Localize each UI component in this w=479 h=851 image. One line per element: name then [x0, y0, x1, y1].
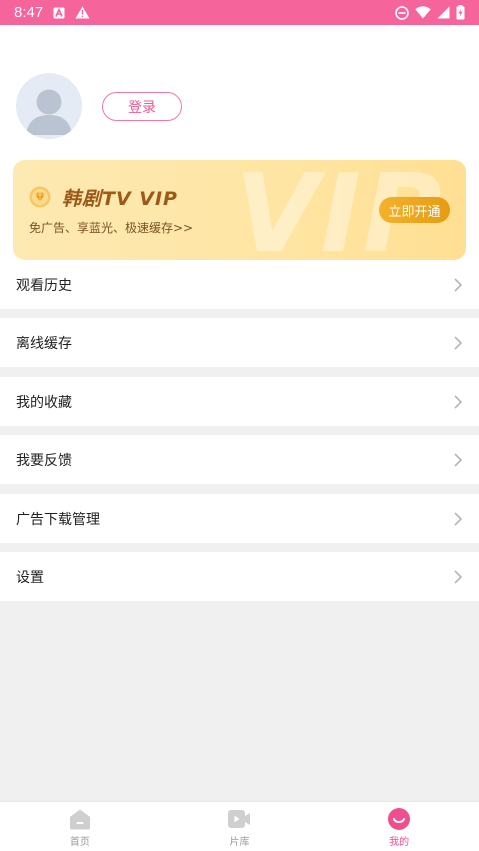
menu-item-label: 设置 — [16, 569, 44, 586]
tab-home[interactable]: 首页 — [0, 802, 160, 851]
chevron-right-icon — [453, 394, 463, 410]
status-right — [395, 5, 465, 20]
menu-item-favorites[interactable]: 我的收藏 — [0, 377, 479, 426]
vip-description[interactable]: 免广告、享蓝光、极速缓存>> — [29, 219, 193, 236]
menu-item-offline-cache[interactable]: 离线缓存 — [0, 318, 479, 367]
battery-charging-icon — [456, 5, 465, 20]
tab-library[interactable]: 片库 — [160, 802, 320, 851]
video-library-icon — [227, 807, 251, 831]
chevron-right-icon — [453, 511, 463, 527]
menu-item-label: 离线缓存 — [16, 335, 72, 352]
menu-item-feedback[interactable]: 我要反馈 — [0, 435, 479, 484]
vip-title: 韩剧TV VIP — [62, 188, 178, 210]
menu-item-label: 观看历史 — [16, 277, 72, 294]
menu-item-label: 广告下载管理 — [16, 511, 100, 528]
vip-open-button[interactable]: 立即开通 — [379, 197, 450, 223]
vip-banner[interactable]: VIP 韩剧TV VIP 免广告、享蓝光、极速缓存>> 立即开通 — [13, 160, 466, 260]
chevron-right-icon — [453, 452, 463, 468]
tab-label: 首页 — [69, 837, 90, 848]
warning-icon — [75, 6, 90, 19]
menu-item-watch-history[interactable]: 观看历史 — [0, 260, 479, 309]
home-icon — [68, 807, 92, 831]
cell-signal-icon — [437, 6, 450, 19]
a-box-icon — [53, 6, 65, 19]
diamond-icon — [29, 186, 51, 208]
tab-label: 片库 — [229, 837, 250, 848]
menu-item-settings[interactable]: 设置 — [0, 552, 479, 601]
tab-label: 我的 — [389, 837, 410, 848]
login-button[interactable]: 登录 — [102, 92, 182, 121]
wifi-icon — [415, 6, 431, 19]
menu-item-ad-download-manager[interactable]: 广告下载管理 — [0, 494, 479, 543]
menu-item-label: 我要反馈 — [16, 452, 72, 469]
dnd-icon — [395, 5, 409, 20]
profile-smile-icon — [387, 807, 411, 831]
chevron-right-icon — [453, 277, 463, 293]
status-left: 8:47 — [14, 4, 90, 21]
bottom-tab-bar: 首页 片库 我的 — [0, 801, 479, 851]
tab-mine[interactable]: 我的 — [319, 802, 479, 851]
status-time: 8:47 — [14, 4, 44, 21]
chevron-right-icon — [453, 569, 463, 585]
chevron-right-icon — [453, 335, 463, 351]
default-avatar-icon[interactable] — [16, 73, 82, 139]
status-bar: 8:47 — [0, 0, 479, 25]
menu-item-label: 我的收藏 — [16, 394, 72, 411]
